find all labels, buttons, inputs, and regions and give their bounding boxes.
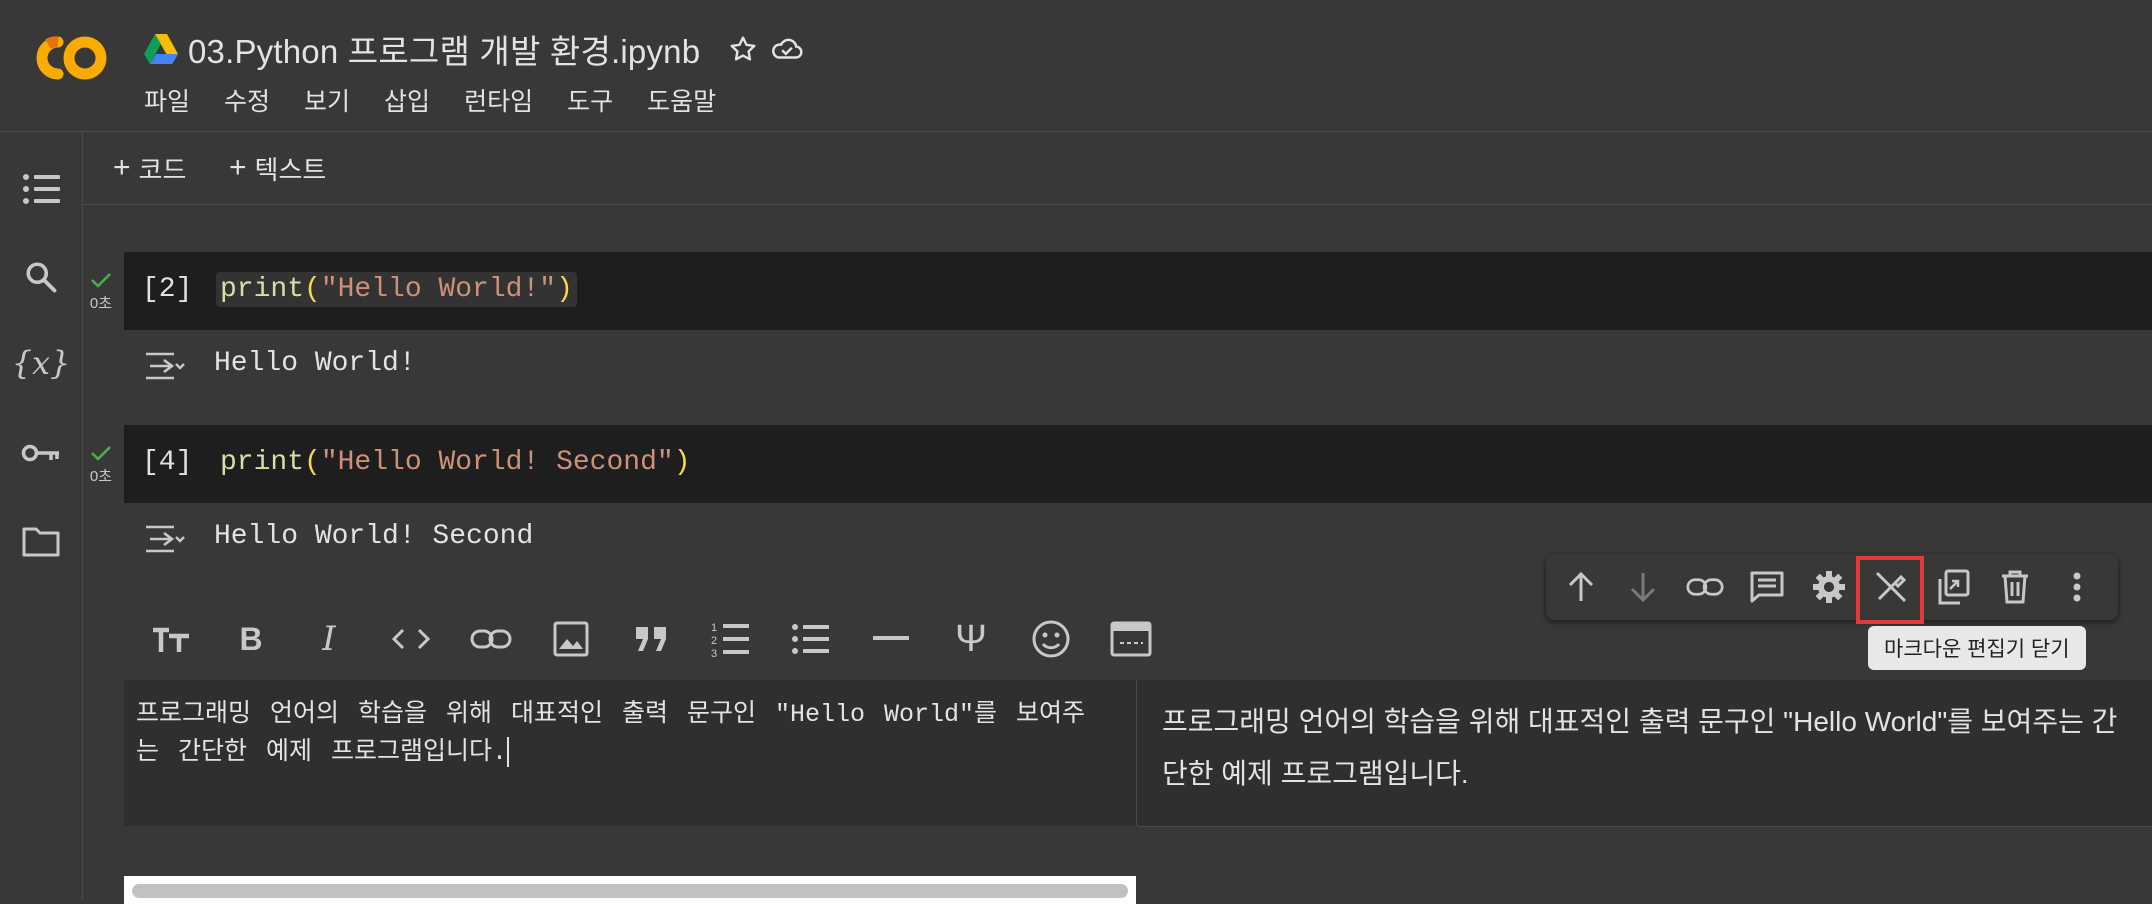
more-icon[interactable] bbox=[2054, 564, 2100, 610]
output-actions-icon[interactable] bbox=[142, 519, 186, 559]
add-cell-toolbar: + 코드 + 텍스트 bbox=[83, 132, 2152, 205]
menu-edit[interactable]: 수정 bbox=[224, 82, 270, 118]
quote-icon[interactable] bbox=[628, 616, 674, 662]
add-text-label: 텍스트 bbox=[254, 154, 327, 185]
google-drive-icon[interactable] bbox=[144, 34, 178, 64]
code-icon[interactable] bbox=[388, 616, 434, 662]
tooltip: 마크다운 편집기 닫기 bbox=[1868, 626, 2086, 670]
cell-output: Hello World! bbox=[214, 348, 416, 379]
scrollbar-thumb[interactable] bbox=[132, 884, 1128, 898]
bold-icon[interactable]: B bbox=[228, 616, 274, 662]
markdown-preview: 프로그래밍 언어의 학습을 위해 대표적인 출력 문구인 "Hello Worl… bbox=[1138, 680, 2152, 827]
secrets-key-icon[interactable] bbox=[20, 432, 62, 474]
text-caret bbox=[507, 737, 510, 768]
exec-count[interactable]: [4] bbox=[142, 447, 192, 478]
exec-count[interactable]: [2] bbox=[142, 274, 192, 305]
cell-run-status: 0초 bbox=[88, 272, 114, 313]
text-size-icon[interactable] bbox=[148, 616, 194, 662]
markdown-cell[interactable]: B I 123 Ψ 프로그래밍 언어의 학습을 위해 대표적인 출력 문구인 "… bbox=[124, 598, 2152, 904]
menu-view[interactable]: 보기 bbox=[304, 82, 350, 118]
star-icon[interactable] bbox=[726, 32, 760, 66]
tab-layout-icon[interactable] bbox=[1108, 616, 1154, 662]
link-icon[interactable] bbox=[468, 616, 514, 662]
markdown-preview-text: 프로그래밍 언어의 학습을 위해 대표적인 출력 문구인 "Hello Worl… bbox=[1162, 706, 2118, 789]
svg-text:3: 3 bbox=[711, 648, 717, 659]
colab-logo[interactable] bbox=[28, 28, 112, 88]
exec-time: 0초 bbox=[89, 295, 113, 312]
code-fn: print bbox=[220, 447, 305, 478]
mirror-cell-icon[interactable] bbox=[1930, 564, 1976, 610]
svg-text:2: 2 bbox=[711, 635, 717, 647]
code-paren-close: ) bbox=[673, 447, 691, 478]
code-line[interactable]: print("Hello World! Second") bbox=[216, 445, 695, 480]
plus-icon: + bbox=[229, 151, 247, 184]
cell-output: Hello World! Second bbox=[214, 521, 534, 552]
italic-icon[interactable]: I bbox=[306, 616, 352, 662]
add-text-button[interactable]: + 텍스트 bbox=[229, 148, 326, 188]
exec-time: 0초 bbox=[89, 468, 113, 485]
add-code-label: 코드 bbox=[138, 154, 187, 185]
app-header: 03.Python 프로그램 개발 환경.ipynb 파일 수정 보기 삽입 런… bbox=[0, 0, 2152, 132]
close-markdown-editor-icon[interactable] bbox=[1868, 564, 1914, 610]
move-down-icon[interactable] bbox=[1620, 564, 1666, 610]
table-of-contents-icon[interactable] bbox=[20, 168, 62, 210]
menu-tools[interactable]: 도구 bbox=[567, 82, 613, 118]
code-paren-open: ( bbox=[304, 447, 321, 478]
files-folder-icon[interactable] bbox=[20, 520, 62, 562]
code-paren-open: ( bbox=[304, 274, 321, 305]
cell-action-toolbar bbox=[1546, 554, 2118, 624]
code-line[interactable]: print("Hello World!") bbox=[216, 272, 577, 307]
menu-runtime[interactable]: 런타임 bbox=[464, 82, 533, 118]
delete-icon[interactable] bbox=[1992, 564, 2038, 610]
cloud-saved-icon[interactable] bbox=[770, 32, 804, 66]
add-code-button[interactable]: + 코드 bbox=[113, 148, 186, 188]
menu-file[interactable]: 파일 bbox=[144, 82, 190, 118]
check-icon bbox=[91, 446, 111, 461]
link-icon[interactable] bbox=[1682, 564, 1728, 610]
code-string: "Hello World! Second" bbox=[320, 447, 674, 478]
menu-bar: 파일 수정 보기 삽입 런타임 도구 도움말 bbox=[144, 82, 750, 118]
code-cell[interactable]: [4] print("Hello World! Second") bbox=[124, 425, 2152, 503]
bulleted-list-icon[interactable] bbox=[788, 616, 834, 662]
code-paren-close: ) bbox=[556, 274, 573, 305]
markdown-editor[interactable]: 프로그래밍 언어의 학습을 위해 대표적인 출력 문구인 "Hello Worl… bbox=[124, 680, 1137, 904]
cell-run-status: 0초 bbox=[88, 445, 114, 486]
markdown-source: 프로그래밍 언어의 학습을 위해 대표적인 출력 문구인 "Hello Worl… bbox=[136, 700, 1086, 767]
numbered-list-icon[interactable]: 123 bbox=[708, 616, 754, 662]
svg-text:1: 1 bbox=[711, 622, 717, 634]
menu-help[interactable]: 도움말 bbox=[647, 82, 716, 118]
variables-icon[interactable]: {x} bbox=[12, 342, 71, 384]
code-cell[interactable]: [2] print("Hello World!") bbox=[124, 252, 2152, 330]
notebook-title[interactable]: 03.Python 프로그램 개발 환경.ipynb bbox=[188, 25, 700, 73]
menu-insert[interactable]: 삽입 bbox=[384, 82, 430, 118]
comment-icon[interactable] bbox=[1744, 564, 1790, 610]
emoji-icon[interactable] bbox=[1028, 616, 1074, 662]
code-string: "Hello World!" bbox=[320, 274, 557, 305]
markdown-editor-text[interactable]: 프로그래밍 언어의 학습을 위해 대표적인 출력 문구인 "Hello Worl… bbox=[136, 696, 1096, 772]
image-icon[interactable] bbox=[548, 616, 594, 662]
code-fn: print bbox=[220, 274, 305, 305]
check-icon bbox=[91, 273, 111, 288]
latex-psi-icon[interactable]: Ψ bbox=[948, 616, 994, 662]
settings-icon[interactable] bbox=[1806, 564, 1852, 610]
left-sidebar: {x} bbox=[0, 132, 83, 900]
plus-icon: + bbox=[113, 151, 131, 184]
move-up-icon[interactable] bbox=[1558, 564, 1604, 610]
output-actions-icon[interactable] bbox=[142, 346, 186, 386]
horizontal-rule-icon[interactable] bbox=[868, 616, 914, 662]
search-icon[interactable] bbox=[20, 256, 62, 298]
